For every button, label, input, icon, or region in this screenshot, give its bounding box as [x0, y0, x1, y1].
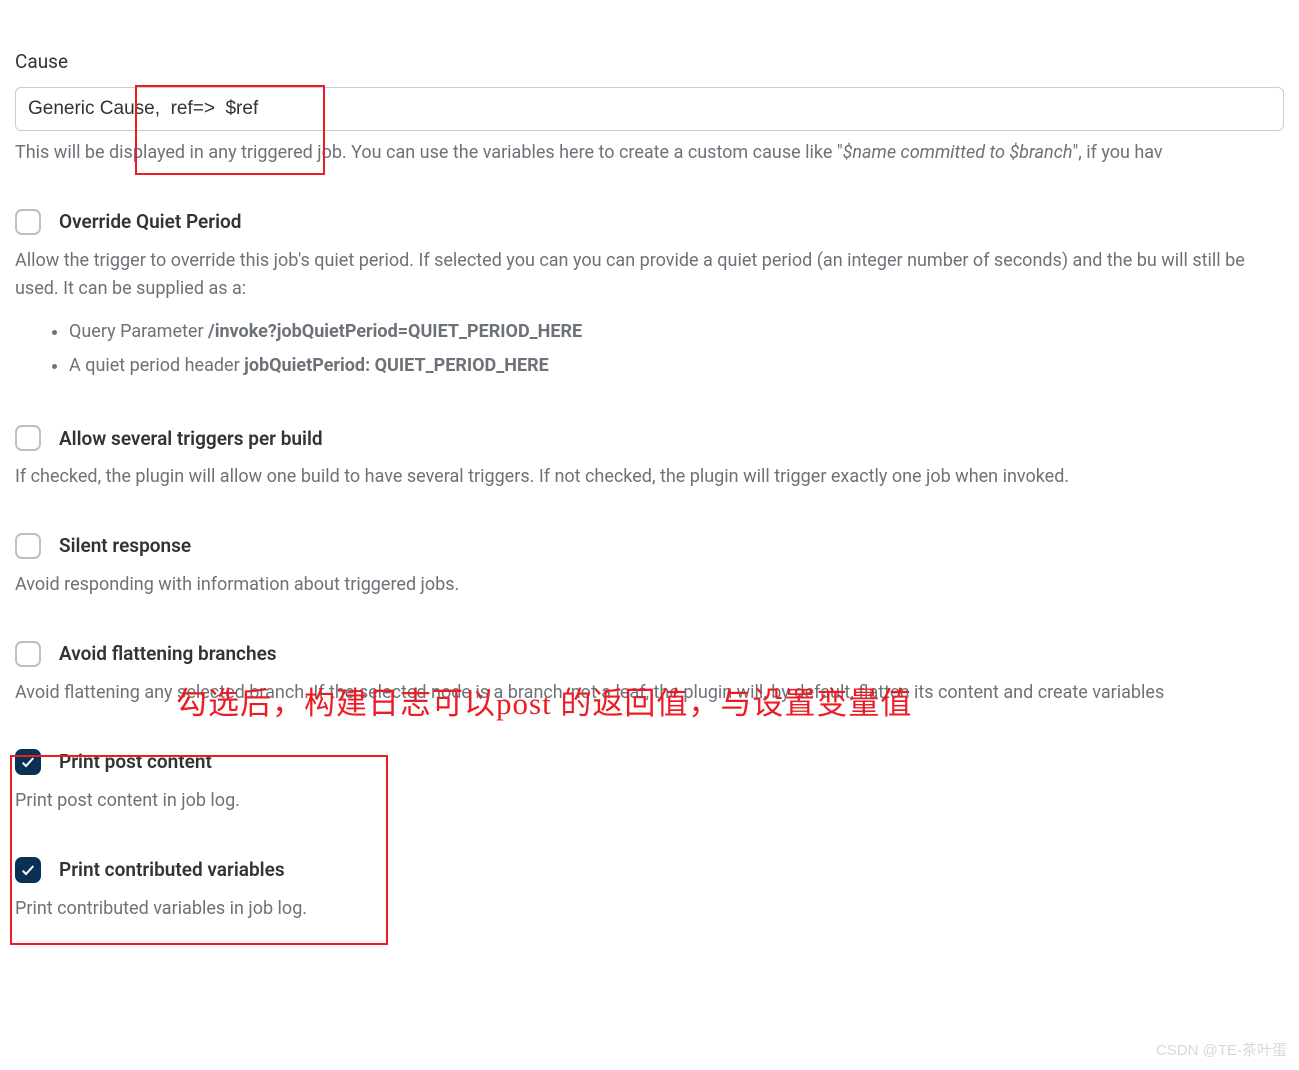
override-quiet-label: Override Quiet Period [59, 210, 241, 233]
allow-several-help: If checked, the plugin will allow one bu… [15, 463, 1284, 491]
list-item: Query Parameter /invoke?jobQuietPeriod=Q… [69, 315, 1284, 349]
allow-several-label: Allow several triggers per build [59, 427, 323, 450]
print-post-help: Print post content in job log. [15, 787, 1284, 815]
avoid-flatten-checkbox[interactable] [15, 641, 41, 667]
silent-response-checkbox[interactable] [15, 533, 41, 559]
override-quiet-bullets: Query Parameter /invoke?jobQuietPeriod=Q… [69, 315, 1284, 383]
print-vars-label: Print contributed variables [59, 858, 285, 881]
check-icon [20, 862, 36, 878]
list-item: A quiet period header jobQuietPeriod: QU… [69, 349, 1284, 383]
print-vars-help: Print contributed variables in job log. [15, 895, 1284, 923]
print-vars-checkbox[interactable] [15, 857, 41, 883]
cause-input[interactable] [15, 87, 1284, 131]
cause-help: This will be displayed in any triggered … [15, 139, 1284, 167]
avoid-flatten-label: Avoid flattening branches [59, 642, 277, 665]
override-quiet-checkbox[interactable] [15, 209, 41, 235]
silent-response-help: Avoid responding with information about … [15, 571, 1284, 599]
silent-response-label: Silent response [59, 534, 191, 557]
print-post-label: Print post content [59, 750, 212, 773]
print-post-checkbox[interactable] [15, 749, 41, 775]
annotation-text: 勾选后，构建日志可以post 的返回值，与设置变量值 [176, 678, 912, 723]
allow-several-checkbox[interactable] [15, 425, 41, 451]
cause-label: Cause [15, 50, 1284, 73]
override-quiet-help: Allow the trigger to override this job's… [15, 247, 1284, 303]
check-icon [20, 754, 36, 770]
watermark: CSDN @TE-茶叶蛋 [1156, 1039, 1287, 1060]
